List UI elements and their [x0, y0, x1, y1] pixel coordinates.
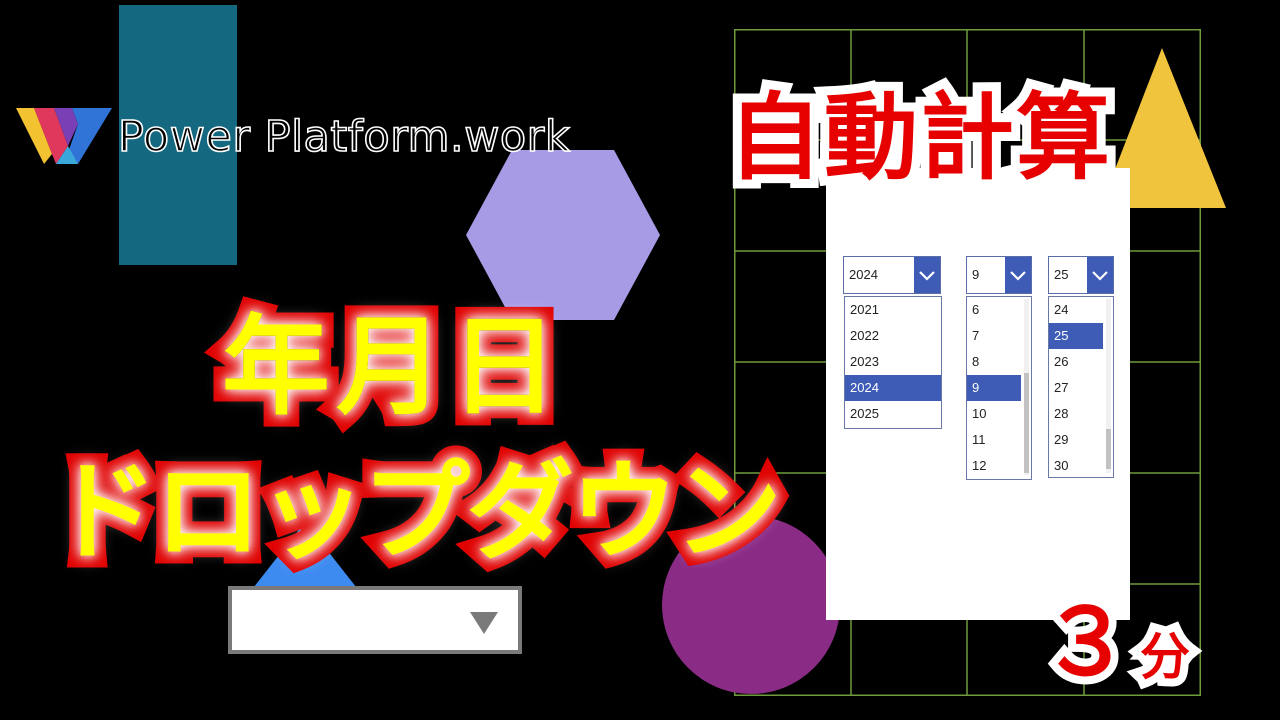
list-item[interactable]: 10: [967, 401, 1031, 427]
scrollbar-thumb[interactable]: [1024, 373, 1029, 473]
duration-unit: 分: [1132, 620, 1198, 694]
day-dropdown-list: 24 25 26 27 28 29 30: [1048, 296, 1114, 478]
chevron-down-icon[interactable]: [1005, 257, 1031, 293]
list-item[interactable]: 7: [967, 323, 1031, 349]
list-item-selected[interactable]: 2024: [845, 375, 941, 401]
month-dropdown[interactable]: 9: [966, 256, 1032, 294]
scrollbar[interactable]: [1106, 299, 1111, 473]
list-item-selected[interactable]: 25: [1049, 323, 1103, 349]
list-item[interactable]: 27: [1049, 375, 1113, 401]
chevron-down-icon[interactable]: [914, 257, 940, 293]
list-item[interactable]: 2025: [845, 401, 941, 427]
caret-down-icon: [470, 612, 498, 634]
app-preview-panel: 2024 2021 2022 2023 2024 2025 9 6 7 8 9 …: [826, 168, 1130, 620]
month-dropdown-value: 9: [972, 267, 980, 282]
list-item[interactable]: 28: [1049, 401, 1113, 427]
list-item[interactable]: 26: [1049, 349, 1113, 375]
list-item[interactable]: 30: [1049, 453, 1113, 477]
list-item[interactable]: 11: [967, 427, 1031, 453]
scrollbar[interactable]: [1024, 299, 1029, 475]
title-line-1: 年月日: [210, 293, 570, 442]
chevron-down-icon[interactable]: [1087, 257, 1113, 293]
list-item[interactable]: 2023: [845, 349, 941, 375]
duration-number: ３: [1032, 581, 1140, 704]
list-item[interactable]: 12: [967, 453, 1031, 479]
scrollbar-thumb[interactable]: [1106, 429, 1111, 469]
brand-name: Power Platform.work: [117, 111, 571, 163]
auto-calc-badge: 自動計算: [719, 75, 1119, 202]
list-item[interactable]: 8: [967, 349, 1031, 375]
list-item[interactable]: 2021: [845, 297, 941, 323]
title-line-2: ドロップダウン: [38, 438, 794, 587]
duration-badge: ３分: [1032, 568, 1198, 704]
year-dropdown-value: 2024: [849, 267, 878, 282]
list-item[interactable]: 29: [1049, 427, 1113, 453]
month-dropdown-list: 6 7 8 9 10 11 12: [966, 296, 1032, 480]
day-dropdown-value: 25: [1054, 267, 1069, 282]
list-item-selected[interactable]: 9: [967, 375, 1021, 401]
list-item[interactable]: 2022: [845, 323, 941, 349]
year-dropdown-list: 2021 2022 2023 2024 2025: [844, 296, 942, 429]
list-item[interactable]: 6: [967, 297, 1031, 323]
power-platform-logo-icon: [16, 108, 112, 164]
list-item[interactable]: 24: [1049, 297, 1113, 323]
day-dropdown[interactable]: 25: [1048, 256, 1114, 294]
decorative-dropdown: [228, 586, 522, 654]
year-dropdown[interactable]: 2024: [843, 256, 941, 294]
